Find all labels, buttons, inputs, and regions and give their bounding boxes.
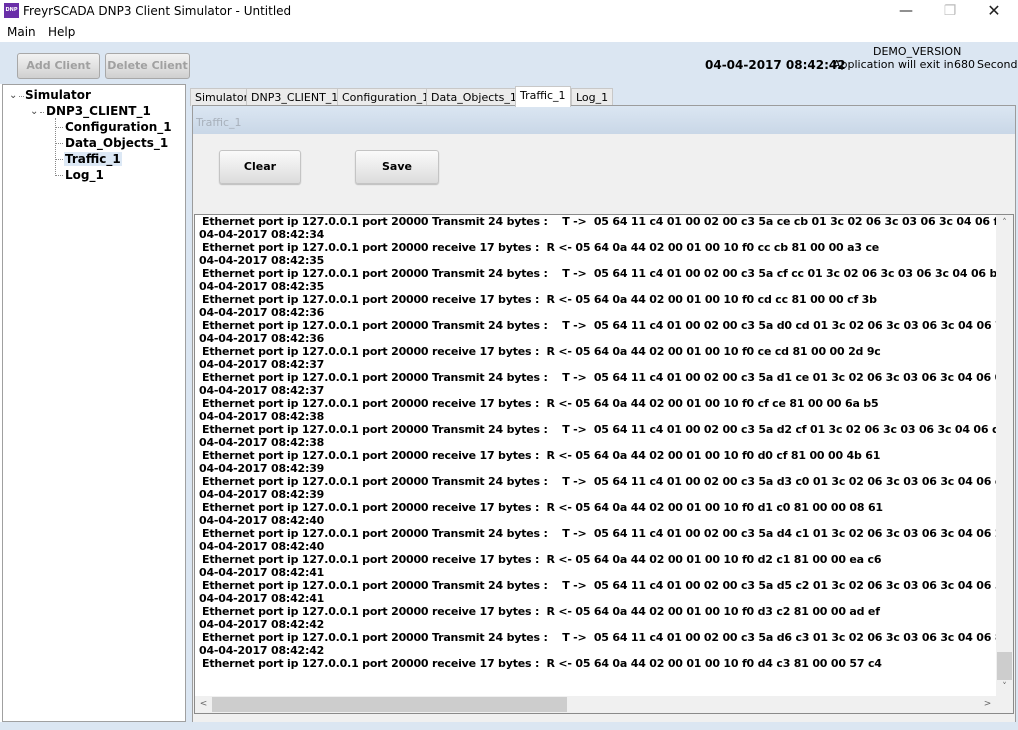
- tree-node-traffic[interactable]: Traffic_1: [64, 152, 122, 166]
- current-datetime: 04-04-2017 08:42:42: [705, 58, 846, 72]
- horizontal-scroll-thumb[interactable]: [212, 697, 567, 712]
- log-timestamp: 04-04-2017 08:42:34: [199, 228, 325, 241]
- log-timestamp: 04-04-2017 08:42:40: [199, 514, 325, 527]
- log-timestamp: 04-04-2017 08:42:38: [199, 410, 325, 423]
- vertical-scroll-thumb[interactable]: [997, 652, 1012, 680]
- exit-unit: Seconds: [977, 58, 1018, 71]
- log-message: Ethernet port ip 127.0.0.1 port 20000 Tr…: [202, 215, 1014, 228]
- scroll-left-icon[interactable]: <: [195, 696, 212, 713]
- log-timestamp: 04-04-2017 08:42:35: [199, 254, 325, 267]
- traffic-panel: Traffic_1 Clear Save Ethernet port ip 12…: [192, 105, 1016, 725]
- log-timestamp: 04-04-2017 08:42:39: [199, 462, 325, 475]
- menu-help[interactable]: Help: [48, 25, 75, 39]
- log-timestamp: 04-04-2017 08:42:42: [199, 618, 325, 631]
- log-timestamp: 04-04-2017 08:42:35: [199, 280, 325, 293]
- traffic-log-lines: Ethernet port ip 127.0.0.1 port 20000 Tr…: [199, 215, 1014, 670]
- bottom-border: [0, 722, 1018, 730]
- log-timestamp: 04-04-2017 08:42:36: [199, 306, 325, 319]
- log-timestamp: 04-04-2017 08:42:39: [199, 488, 325, 501]
- log-message: Ethernet port ip 127.0.0.1 port 20000 Tr…: [202, 475, 1014, 488]
- log-message: Ethernet port ip 127.0.0.1 port 20000 Tr…: [202, 631, 1014, 644]
- log-timestamp: 04-04-2017 08:42:37: [199, 384, 325, 397]
- tree-node-configuration[interactable]: Configuration_1: [65, 120, 172, 134]
- menu-bar: Main Help: [0, 23, 1018, 42]
- log-timestamp: 04-04-2017 08:42:41: [199, 566, 325, 579]
- tab-traffic[interactable]: Traffic_1: [515, 86, 571, 107]
- title-bar: DNP FreyrSCADA DNP3 Client Simulator - U…: [0, 0, 1018, 23]
- exit-message: Application will exit in: [833, 58, 954, 71]
- project-tree: ⌄ Simulator ⌄ DNP3_CLIENT_1 Configuratio…: [2, 84, 186, 722]
- close-button[interactable]: ✕: [972, 0, 1016, 23]
- log-message: Ethernet port ip 127.0.0.1 port 20000 re…: [202, 501, 883, 514]
- app-logo-icon: DNP: [4, 3, 19, 18]
- scroll-up-icon[interactable]: ˄: [996, 215, 1013, 232]
- save-button[interactable]: Save: [355, 150, 439, 184]
- exit-countdown: 680: [954, 58, 975, 71]
- minimize-button[interactable]: —: [884, 0, 928, 23]
- log-message: Ethernet port ip 127.0.0.1 port 20000 Tr…: [202, 579, 1014, 592]
- chevron-down-icon[interactable]: ⌄: [30, 106, 38, 117]
- horizontal-scrollbar[interactable]: < >: [195, 696, 996, 713]
- log-timestamp: 04-04-2017 08:42:37: [199, 358, 325, 371]
- tree-connector: [40, 112, 44, 113]
- scroll-right-icon[interactable]: >: [979, 696, 996, 713]
- vertical-scrollbar[interactable]: ˄ ˅: [996, 215, 1013, 696]
- log-message: Ethernet port ip 127.0.0.1 port 20000 Tr…: [202, 267, 1014, 280]
- scroll-down-icon[interactable]: ˅: [996, 679, 1013, 696]
- log-message: Ethernet port ip 127.0.0.1 port 20000 re…: [202, 449, 881, 462]
- traffic-log[interactable]: Ethernet port ip 127.0.0.1 port 20000 Tr…: [194, 214, 1014, 714]
- add-client-button[interactable]: Add Client: [17, 53, 100, 79]
- tree-connector: [19, 96, 24, 97]
- log-message: Ethernet port ip 127.0.0.1 port 20000 re…: [202, 553, 882, 566]
- log-message: Ethernet port ip 127.0.0.1 port 20000 Tr…: [202, 319, 1014, 332]
- tab-simulator[interactable]: Simulator: [190, 88, 254, 106]
- tree-node-log[interactable]: Log_1: [65, 168, 104, 182]
- log-message: Ethernet port ip 127.0.0.1 port 20000 re…: [202, 345, 881, 358]
- log-message: Ethernet port ip 127.0.0.1 port 20000 Tr…: [202, 371, 1014, 384]
- log-message: Ethernet port ip 127.0.0.1 port 20000 Tr…: [202, 423, 1014, 436]
- clear-button[interactable]: Clear: [219, 150, 301, 184]
- log-message: Ethernet port ip 127.0.0.1 port 20000 re…: [202, 605, 880, 618]
- tab-data-objects[interactable]: Data_Objects_1: [426, 88, 522, 106]
- log-message: Ethernet port ip 127.0.0.1 port 20000 re…: [202, 397, 879, 410]
- chevron-down-icon[interactable]: ⌄: [9, 90, 17, 101]
- delete-client-button[interactable]: Delete Client: [105, 53, 190, 79]
- tab-configuration[interactable]: Configuration_1: [337, 88, 435, 106]
- tree-connector: [55, 159, 63, 160]
- log-message: Ethernet port ip 127.0.0.1 port 20000 Tr…: [202, 527, 1014, 540]
- tree-node-client[interactable]: DNP3_CLIENT_1: [46, 104, 151, 118]
- log-timestamp: 04-04-2017 08:42:38: [199, 436, 325, 449]
- panel-title: Traffic_1: [196, 116, 242, 129]
- window-title: FreyrSCADA DNP3 Client Simulator - Untit…: [23, 4, 292, 18]
- log-message: Ethernet port ip 127.0.0.1 port 20000 re…: [202, 657, 882, 670]
- log-timestamp: 04-04-2017 08:42:41: [199, 592, 325, 605]
- log-message: Ethernet port ip 127.0.0.1 port 20000 re…: [202, 241, 880, 254]
- tab-dnp3-client[interactable]: DNP3_CLIENT_1: [246, 88, 344, 106]
- scrollbar-corner: [996, 696, 1013, 713]
- panel-header: Traffic_1: [193, 106, 1015, 134]
- log-timestamp: 04-04-2017 08:42:36: [199, 332, 325, 345]
- tree-node-data-objects[interactable]: Data_Objects_1: [65, 136, 168, 150]
- log-timestamp: 04-04-2017 08:42:42: [199, 644, 325, 657]
- tree-node-simulator[interactable]: Simulator: [25, 88, 91, 102]
- tree-connector: [55, 127, 63, 128]
- tree-connector: [55, 143, 63, 144]
- menu-main[interactable]: Main: [7, 25, 36, 39]
- tab-log[interactable]: Log_1: [571, 88, 614, 106]
- log-message: Ethernet port ip 127.0.0.1 port 20000 re…: [202, 293, 877, 306]
- demo-version-label: DEMO_VERSION: [873, 45, 962, 58]
- log-timestamp: 04-04-2017 08:42:40: [199, 540, 325, 553]
- tree-connector: [55, 175, 63, 176]
- maximize-button[interactable]: ❐: [928, 0, 972, 23]
